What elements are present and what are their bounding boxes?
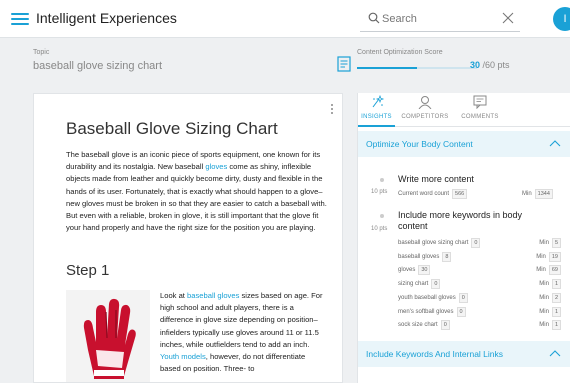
keyword-row: sock size chart 0 Min 1 [398,320,561,331]
task-keywords-title-2: content [398,221,428,231]
score-progress-bar [357,67,477,69]
keyword-count-badge: 0 [456,306,466,317]
insights-panel: INSIGHTS COMPETITORS COMMENTS Optimize Y… [357,93,570,383]
keyword-min: Min 19 [536,251,561,262]
link-gloves[interactable]: gloves [205,162,227,171]
comment-icon [473,95,487,109]
hamburger-menu-icon[interactable] [11,13,29,25]
task-points: 10 pts [371,226,388,232]
keyword-term: youth baseball gloves [398,294,456,301]
search-input[interactable] [382,10,492,28]
task-write-more-title: Write more content [398,174,474,184]
keyword-term: baseball glove sizing chart [398,240,469,246]
article-intro: The baseball glove is an iconic piece of… [66,150,327,233]
app-title: Intelligent Experiences [36,10,177,26]
panel-tabs: INSIGHTS COMPETITORS COMMENTS [358,93,570,127]
keyword-term: sock size chart [398,322,438,329]
keyword-min: Min 2 [539,292,561,303]
article-editor[interactable]: Baseball Glove Sizing Chart The baseball… [33,93,343,383]
chevron-up-icon[interactable] [549,139,561,147]
active-tab-indicator [358,125,395,127]
score-number: 30 [470,60,481,70]
topic-label: Topic [33,49,50,56]
task-points: 10 pts [371,189,388,195]
topic-value: baseball glove sizing chart [33,60,163,72]
score-suffix: /60 pts [482,60,510,70]
step-heading: Step 1 [66,262,110,279]
keyword-count-badge: 30 [418,265,431,276]
word-count-badge: 566 [452,189,468,199]
keyword-row: youth baseball gloves 0 Min 2 [398,292,561,303]
keyword-min: Min 1 [539,306,561,317]
keyword-min: Min 1 [539,279,561,290]
score-value: 30 /60 pts [470,60,510,70]
step-1-text: Look at baseball gloves sizes based on a… [160,291,323,374]
task-keywords-title: Include more keywords in body [398,210,523,220]
tab-competitors[interactable]: COMPETITORS [398,95,452,127]
article-title: Baseball Glove Sizing Chart [66,119,278,138]
keyword-row: men's softball gloves 0 Min 1 [398,306,561,317]
section-optimize-body[interactable]: Optimize Your Body Content [358,131,570,157]
search-icon [368,12,380,24]
keyword-min: Min 1 [539,320,561,331]
link-youth-models[interactable]: Youth models [160,352,206,361]
glove-image [66,290,150,382]
word-count-row: Current word count 566 [398,189,468,199]
keyword-count-badge: 0 [471,238,481,248]
chevron-up-icon[interactable] [549,349,561,357]
keyword-count-badge: 0 [431,279,441,290]
section-keywords-links[interactable]: Include Keywords And Internal Links [358,341,570,367]
score-label: Content Optimization Score [357,49,443,56]
document-icon[interactable] [337,56,351,72]
avatar[interactable]: I [553,7,570,31]
keyword-term: gloves [398,267,416,274]
score-progress-fill [357,67,417,69]
keyword-min: Min 5 [539,238,561,248]
more-options-icon[interactable] [330,104,334,116]
close-icon[interactable] [502,12,514,24]
keyword-term: men's softball gloves [398,308,454,315]
tab-comments[interactable]: COMMENTS [456,95,504,127]
sparkle-icon [372,95,384,108]
keyword-term: baseball gloves [398,253,440,260]
keyword-count-badge: 0 [440,320,450,331]
tab-insights[interactable]: INSIGHTS [358,95,395,127]
keyword-count-badge: 8 [442,251,452,262]
task-status-dot [380,214,384,218]
search-box[interactable] [360,6,520,32]
link-baseball-gloves[interactable]: baseball gloves [187,291,239,300]
keyword-min: Min 69 [536,265,561,276]
word-count-min: Min 1344 [522,189,553,199]
keyword-row: gloves 30 Min 69 [398,265,561,276]
users-icon [418,96,432,109]
keyword-row: baseball gloves 8 Min 19 [398,251,561,262]
keyword-row: baseball glove sizing chart 0 Min 5 [398,238,561,248]
top-bar: Intelligent Experiences I [0,0,570,38]
task-status-dot [380,178,384,182]
keyword-count-badge: 0 [458,292,468,303]
keyword-term: sizing chart [398,281,429,288]
keyword-row: sizing chart 0 Min 1 [398,279,561,290]
